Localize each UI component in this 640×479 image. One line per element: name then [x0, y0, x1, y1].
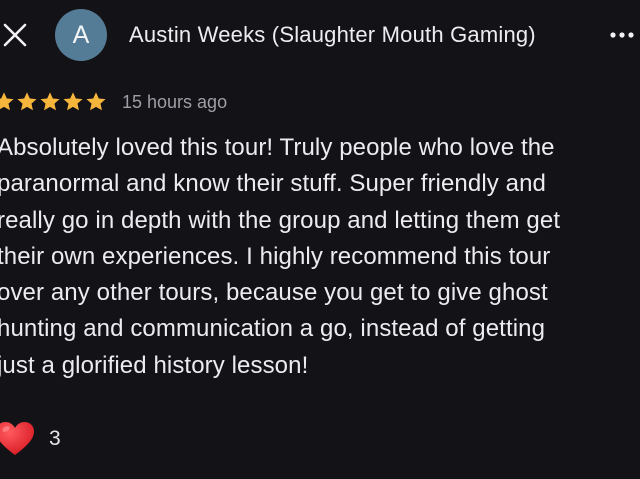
star-icon — [63, 92, 83, 111]
close-button[interactable] — [2, 21, 28, 49]
more-horizontal-icon — [610, 32, 634, 38]
reaction-count: 3 — [49, 427, 61, 450]
review-time: 15 hours ago — [122, 91, 228, 112]
star-rating — [0, 91, 107, 113]
author-name[interactable]: Austin Weeks (Slaughter Mouth Gaming) — [129, 21, 536, 49]
star-icon — [40, 92, 60, 111]
star-icon — [86, 92, 106, 111]
more-options-button[interactable] — [608, 23, 640, 47]
heart-icon[interactable] — [0, 421, 35, 457]
avatar[interactable]: A — [55, 9, 107, 61]
review-text: Absolutely loved this tour! Truly people… — [0, 134, 561, 379]
avatar-letter: A — [72, 21, 90, 49]
star-icon — [0, 92, 14, 111]
star-icon — [17, 92, 37, 111]
close-icon — [3, 23, 27, 47]
review-meta: 15 hours ago — [0, 89, 227, 115]
reactions-row: 3 — [0, 420, 61, 458]
review-header: A Austin Weeks (Slaughter Mouth Gaming) — [0, 0, 640, 72]
